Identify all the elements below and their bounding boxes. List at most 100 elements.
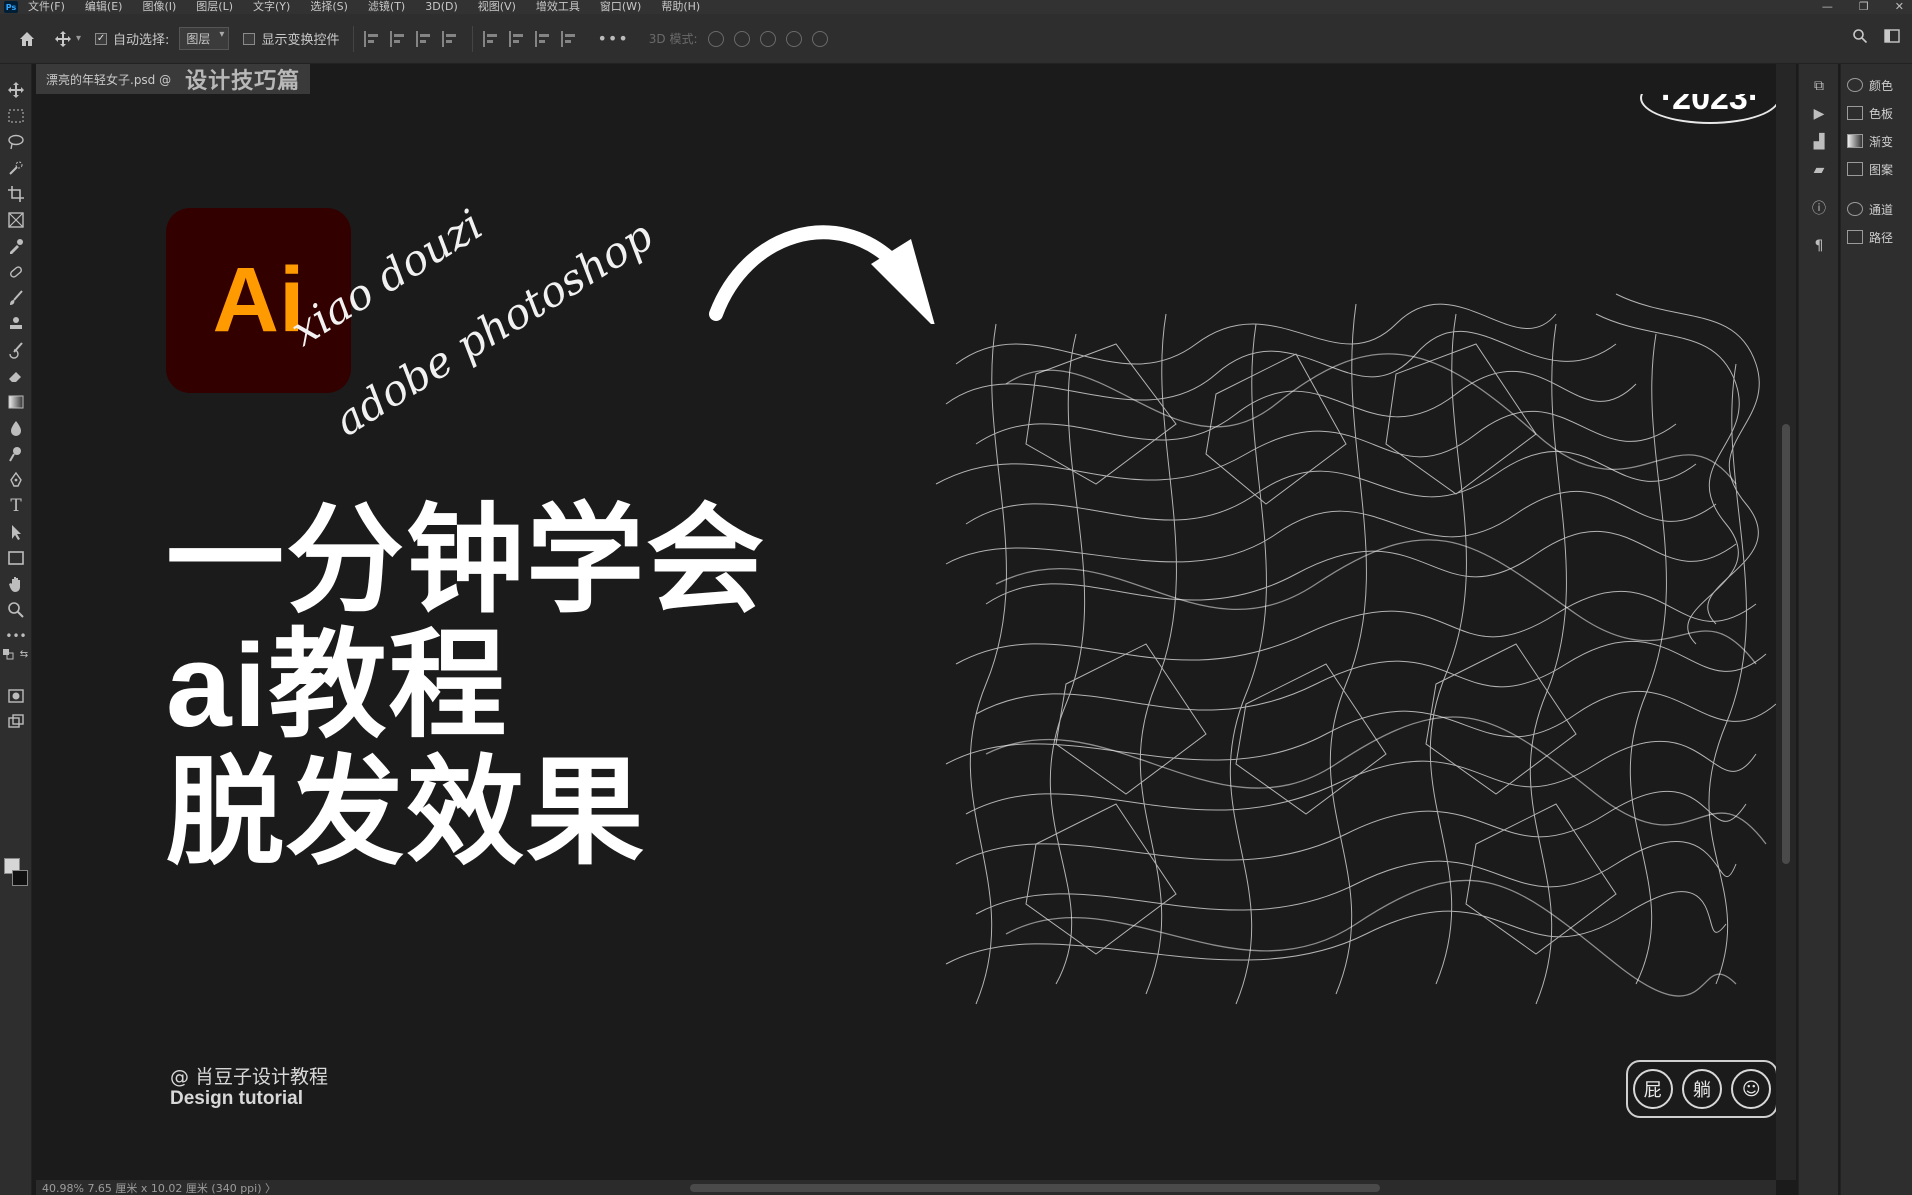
panel-item-paths[interactable]: 路径: [1847, 226, 1893, 248]
hand-tool-icon[interactable]: [6, 574, 26, 594]
actions-play-icon[interactable]: ▶: [1811, 106, 1827, 122]
quick-select-tool-icon[interactable]: [6, 158, 26, 178]
zoom-tool-icon[interactable]: [6, 600, 26, 620]
history-brush-tool-icon[interactable]: [6, 340, 26, 360]
smiley-stamp-icon: ☺: [1731, 1069, 1772, 1109]
divider: [472, 25, 474, 52]
panel-item-swatches[interactable]: 色板: [1847, 102, 1893, 124]
align-left-icon[interactable]: [364, 30, 380, 47]
menu-window[interactable]: 窗口(W): [600, 0, 641, 14]
align-vcenter-icon[interactable]: [509, 30, 525, 47]
horizontal-scroll-thumb[interactable]: [690, 1184, 1380, 1192]
menu-edit[interactable]: 编辑(E): [85, 0, 123, 14]
options-right-group: [1852, 28, 1902, 44]
document-canvas[interactable]: Ai xiao douzi adobe photoshop 一分钟学会 ai教程…: [36, 94, 1776, 1180]
blur-tool-icon[interactable]: [6, 418, 26, 438]
photoshop-logo-icon: Ps: [4, 1, 18, 13]
auto-select-option[interactable]: ✓ 自动选择: 图层: [95, 27, 230, 50]
home-icon[interactable]: [14, 26, 40, 52]
eyedropper-tool-icon[interactable]: [6, 236, 26, 256]
move-tool-icon[interactable]: [6, 80, 26, 100]
menu-layer[interactable]: 图层(L): [196, 0, 233, 14]
align-right-icon[interactable]: [416, 30, 432, 47]
rectangle-tool-icon[interactable]: [6, 548, 26, 568]
info-icon[interactable]: ⓘ: [1811, 200, 1827, 217]
edit-toolbar-icon[interactable]: •••: [5, 626, 26, 646]
document-tab-title: 漂亮的年轻女子.psd @: [46, 72, 172, 87]
panel-list: 颜色 色板 渐变 图案 通道 路径: [1840, 64, 1912, 1195]
lasso-tool-icon[interactable]: [6, 132, 26, 152]
panel-item-label: 图案: [1869, 162, 1894, 177]
history-icon[interactable]: ⧉: [1811, 78, 1827, 94]
hair-loss-effect-artwork: [935, 293, 1776, 1005]
healing-brush-tool-icon[interactable]: [6, 262, 26, 282]
window-controls: — ❐ ✕: [1822, 0, 1904, 13]
show-transform-option[interactable]: 显示变换控件: [243, 29, 339, 48]
distribute-icon[interactable]: [442, 30, 458, 47]
quick-mask-icon[interactable]: [6, 686, 26, 706]
panel-item-label: 色板: [1869, 106, 1894, 121]
menu-filter[interactable]: 滤镜(T): [368, 0, 405, 14]
glyphs-icon[interactable]: ▟: [1811, 134, 1827, 150]
stamp-group: 屁 躺 ☺: [1626, 1060, 1776, 1118]
document-tab[interactable]: 漂亮的年轻女子.psd @ 设计技巧篇: [36, 64, 311, 94]
roll-3d-icon[interactable]: [733, 30, 750, 47]
menu-file[interactable]: 文件(F): [28, 0, 65, 14]
panel-item-channels[interactable]: 通道: [1847, 198, 1893, 220]
minimize-icon[interactable]: —: [1822, 0, 1833, 13]
pen-tool-icon[interactable]: [6, 470, 26, 490]
paragraph-icon[interactable]: ¶: [1811, 238, 1827, 254]
swap-colors-icon[interactable]: ⇆: [18, 648, 30, 660]
menu-help[interactable]: 帮助(H): [661, 0, 700, 14]
scale-3d-icon[interactable]: [811, 30, 828, 47]
restore-icon[interactable]: ❐: [1859, 0, 1869, 13]
menu-view[interactable]: 视图(V): [478, 0, 516, 14]
divider: [353, 25, 355, 52]
pattern-icon: [1847, 162, 1863, 176]
more-options-icon[interactable]: •••: [597, 29, 628, 48]
comments-icon[interactable]: ▰: [1811, 162, 1827, 178]
crop-tool-icon[interactable]: [6, 184, 26, 204]
vertical-scroll-thumb[interactable]: [1782, 424, 1790, 864]
clone-stamp-tool-icon[interactable]: [6, 314, 26, 334]
search-icon[interactable]: [1852, 28, 1868, 44]
align-top-icon[interactable]: [483, 30, 499, 47]
screen-mode-icon[interactable]: [6, 712, 26, 732]
orbit-3d-icon[interactable]: [707, 30, 724, 47]
slide-3d-icon[interactable]: [785, 30, 802, 47]
marquee-tool-icon[interactable]: [6, 106, 26, 126]
path-selection-tool-icon[interactable]: [6, 522, 26, 542]
panel-item-gradient[interactable]: 渐变: [1847, 130, 1893, 152]
panel-icon-strip: ⧉ ▶ ▟ ▰ ⓘ ¶: [1798, 64, 1838, 1195]
move-tool-preset[interactable]: ▾: [54, 30, 81, 48]
default-colors-icon[interactable]: [2, 648, 14, 660]
menu-select[interactable]: 选择(S): [310, 0, 348, 14]
dodge-tool-icon[interactable]: [6, 444, 26, 464]
brush-tool-icon[interactable]: [6, 288, 26, 308]
year-badge: ·2023·: [1640, 94, 1776, 124]
distribute-vertical-icon[interactable]: [561, 30, 577, 47]
menu-image[interactable]: 图像(I): [142, 0, 176, 14]
auto-select-checkbox[interactable]: ✓: [95, 32, 108, 45]
close-icon[interactable]: ✕: [1895, 0, 1904, 13]
menu-3d[interactable]: 3D(D): [425, 0, 458, 14]
background-color-swatch[interactable]: [12, 870, 28, 886]
auto-select-dropdown[interactable]: 图层: [179, 27, 230, 50]
panel-item-color[interactable]: 颜色: [1847, 74, 1893, 96]
script-text-app: adobe photoshop: [326, 210, 662, 446]
vertical-scrollbar[interactable]: [1776, 64, 1796, 1180]
pan-3d-icon[interactable]: [759, 30, 776, 47]
show-transform-checkbox[interactable]: [243, 32, 256, 45]
menu-plugins[interactable]: 增效工具: [536, 0, 580, 14]
panel-item-label: 颜色: [1869, 78, 1894, 93]
type-tool-icon[interactable]: T: [6, 496, 26, 516]
panel-item-patterns[interactable]: 图案: [1847, 158, 1893, 180]
panel-item-label: 渐变: [1869, 134, 1894, 149]
align-bottom-icon[interactable]: [535, 30, 551, 47]
menu-type[interactable]: 文字(Y): [253, 0, 290, 14]
workspace-icon[interactable]: [1884, 28, 1902, 44]
gradient-tool-icon[interactable]: [6, 392, 26, 412]
align-hcenter-icon[interactable]: [390, 30, 406, 47]
eraser-tool-icon[interactable]: [6, 366, 26, 386]
frame-tool-icon[interactable]: [6, 210, 26, 230]
